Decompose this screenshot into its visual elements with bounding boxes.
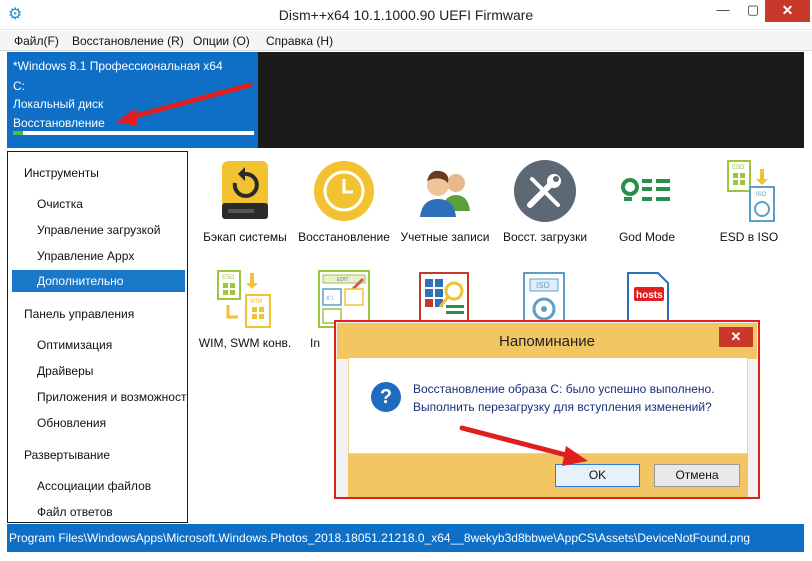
- sidebar-item-optimization[interactable]: Оптимизация: [37, 338, 112, 352]
- god-mode-icon: [621, 178, 670, 201]
- tool-label: Восстановление: [298, 230, 390, 244]
- drive-backup-icon: [222, 161, 268, 219]
- tool-label: Учетные записи: [400, 230, 490, 244]
- status-bar: Program Files\WindowsApps\Microsoft.Wind…: [7, 524, 804, 552]
- sidebar-item-advanced[interactable]: Дополнительно: [12, 270, 185, 292]
- status-path: Program Files\WindowsApps\Microsoft.Wind…: [9, 531, 751, 545]
- window-title: Dism++x64 10.1.1000.90 UEFI Firmware: [278, 7, 534, 23]
- wim-swm-convert-icon: ESD WIM: [217, 270, 271, 328]
- dialog-footer: OK Отмена: [348, 454, 748, 497]
- sidebar-category-tools[interactable]: Инструменты: [24, 166, 99, 180]
- cancel-button[interactable]: Отмена: [654, 464, 740, 487]
- sidebar-item-drivers[interactable]: Драйверы: [37, 364, 93, 378]
- sidebar-item-file-assoc[interactable]: Ассоциации файлов: [37, 479, 151, 493]
- progress-fill: [13, 131, 23, 135]
- esd-to-iso-icon: ESD ISO: [727, 160, 775, 222]
- sidebar-item-updates[interactable]: Обновления: [37, 416, 106, 430]
- svg-text:WIM: WIM: [250, 299, 262, 305]
- dialog-titlebar: Напоминание ✕: [337, 323, 757, 359]
- tool-restore[interactable]: Восстановление: [294, 155, 394, 250]
- svg-text:ISO: ISO: [536, 281, 550, 290]
- title-bar: ⚙ Dism++x64 10.1.1000.90 UEFI Firmware —…: [0, 0, 812, 30]
- sidebar-item-apps[interactable]: Приложения и возможности: [37, 390, 187, 404]
- svg-text:ISO: ISO: [756, 192, 767, 198]
- tool-accounts[interactable]: Учетные записи: [395, 155, 495, 250]
- reminder-dialog: Напоминание ✕ ? Восстановление образа С:…: [334, 320, 760, 499]
- system-status: Восстановление: [13, 116, 105, 130]
- ok-button[interactable]: OK: [555, 464, 640, 487]
- clock-restore-icon: [314, 161, 374, 221]
- menu-bar: Файл(F) Восстановление (R) Опции (O) Спр…: [0, 31, 812, 51]
- sidebar-category-deploy[interactable]: Развертывание: [24, 448, 110, 462]
- progress-bar: [13, 131, 254, 135]
- tool-esd-to-iso[interactable]: ESD ISO ESD в ISO: [699, 155, 799, 250]
- sidebar: Инструменты Очистка Управление загрузкой…: [7, 151, 188, 523]
- tool-system-backup[interactable]: Бэкап системы: [195, 155, 295, 250]
- users-icon: [420, 170, 470, 217]
- tool-label: ESD в ISO: [719, 230, 779, 244]
- menu-options[interactable]: Опции (O): [193, 34, 250, 48]
- system-card[interactable]: *Windows 8.1 Профессиональная x64 C: Лок…: [7, 52, 258, 148]
- dialog-message-line2: Выполнить перезагрузку для вступления из…: [413, 400, 712, 414]
- tool-god-mode[interactable]: God Mode: [597, 155, 697, 250]
- dialog-message-line1: Восстановление образа С: было успешно вы…: [413, 382, 715, 396]
- minimize-button[interactable]: —: [708, 0, 738, 22]
- menu-restore[interactable]: Восстановление (R): [72, 34, 184, 48]
- menu-help[interactable]: Справка (H): [266, 34, 333, 48]
- question-icon: ?: [371, 382, 401, 412]
- sidebar-item-appx[interactable]: Управление Appx: [37, 249, 134, 263]
- dialog-close-button[interactable]: ✕: [719, 327, 753, 347]
- svg-text:EDIT: EDIT: [337, 277, 348, 283]
- system-name: *Windows 8.1 Профессиональная x64: [13, 59, 223, 73]
- wrench-screwdriver-icon: [514, 160, 576, 222]
- tool-label: Восст. загрузки: [502, 230, 588, 244]
- close-button[interactable]: ✕: [765, 0, 810, 22]
- sidebar-item-boot[interactable]: Управление загрузкой: [37, 223, 160, 237]
- dialog-title: Напоминание: [499, 333, 595, 350]
- sidebar-item-answer-file[interactable]: Файл ответов: [37, 505, 113, 519]
- svg-text:ESD: ESD: [222, 275, 235, 281]
- menu-file[interactable]: Файл(F): [14, 34, 59, 48]
- sidebar-item-label: Дополнительно: [37, 274, 124, 288]
- svg-text:X:\: X:\: [326, 296, 334, 302]
- sidebar-item-cleanup[interactable]: Очистка: [37, 197, 83, 211]
- hosts-text: hosts: [636, 290, 663, 301]
- dialog-body: ? Восстановление образа С: было успешно …: [348, 358, 748, 454]
- svg-text:ESD: ESD: [732, 165, 745, 171]
- maximize-button[interactable]: ▢: [738, 0, 768, 22]
- tool-label: Бэкап системы: [203, 230, 287, 244]
- system-drive: C:: [13, 79, 25, 93]
- session-panel: *Windows 8.1 Профессиональная x64 C: Лок…: [7, 52, 804, 148]
- disk-type: Локальный диск: [13, 97, 104, 111]
- tool-boot-repair[interactable]: Восст. загрузки: [495, 155, 595, 250]
- sidebar-category-control-panel[interactable]: Панель управления: [24, 307, 134, 321]
- tool-label: God Mode: [618, 230, 676, 244]
